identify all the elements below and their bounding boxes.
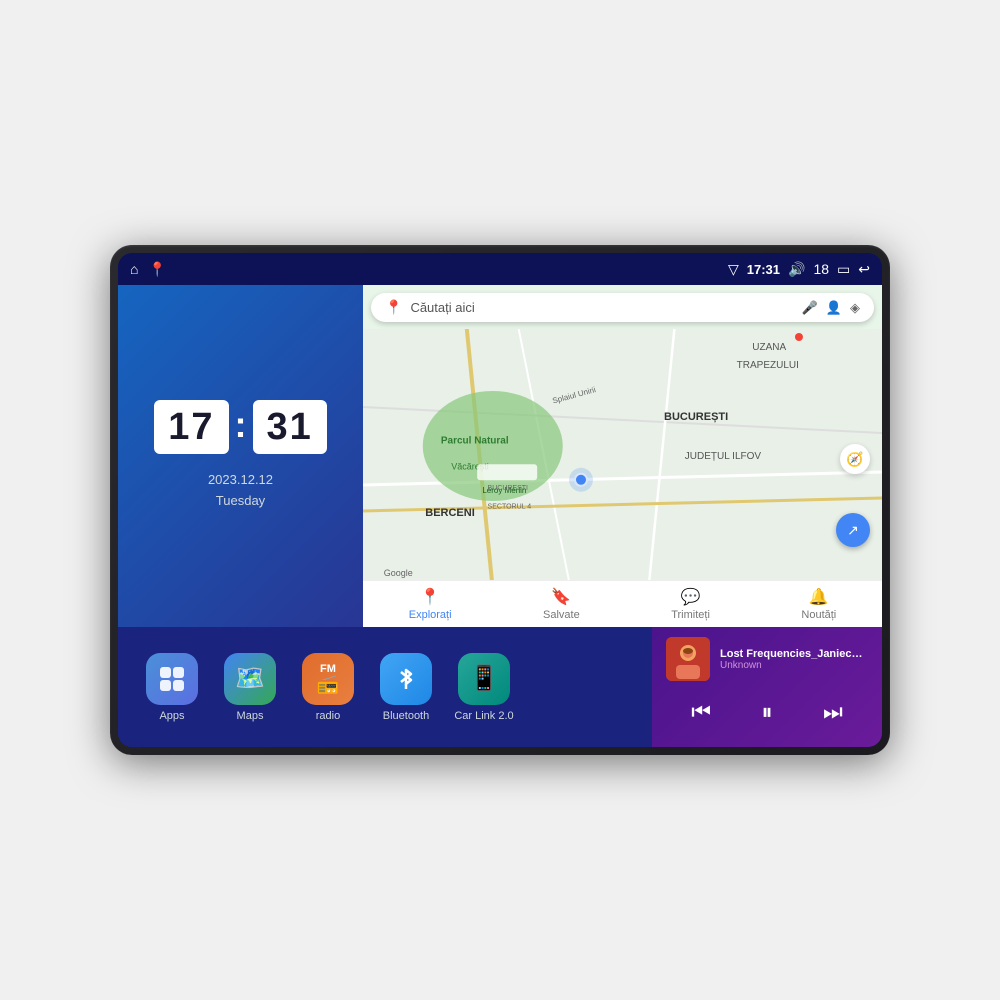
music-title: Lost Frequencies_Janieck Devy-...	[720, 648, 868, 660]
app-item-radio[interactable]: FM📻 radio	[289, 653, 367, 722]
music-details: Lost Frequencies_Janieck Devy-... Unknow…	[720, 648, 868, 671]
directions-icon: ↗	[847, 522, 859, 539]
map-svg: Parcul Natural Văcărești BUCUREȘTI JUDEȚ…	[363, 329, 882, 589]
top-section: 17 : 31 2023.12.12 Tuesday 📍 Căutați aic…	[118, 285, 882, 627]
map-search-actions: 🎤 👤 ◈	[802, 300, 860, 316]
map-panel: 📍 Căutați aici 🎤 👤 ◈	[363, 285, 882, 627]
svg-text:JUDEȚUL ILFOV: JUDEȚUL ILFOV	[685, 451, 762, 462]
news-icon: 🔔	[809, 587, 829, 607]
app-item-apps[interactable]: Apps	[133, 653, 211, 722]
back-icon[interactable]: ↩	[858, 261, 870, 278]
map-directions-button[interactable]: ↗	[836, 513, 870, 547]
map-pin-icon: 📍	[385, 299, 402, 316]
carlink-label: Car Link 2.0	[454, 710, 513, 722]
music-info: Lost Frequencies_Janieck Devy-... Unknow…	[666, 637, 868, 681]
map-nav-explore[interactable]: 📍 Explorați	[409, 587, 452, 621]
battery-icon: ▭	[837, 261, 850, 278]
map-area: Parcul Natural Văcărești BUCUREȘTI JUDEȚ…	[363, 329, 882, 589]
svg-text:Google: Google	[384, 568, 413, 578]
play-pause-button[interactable]: ⏸	[753, 695, 780, 729]
map-nav-news[interactable]: 🔔 Noutăți	[801, 587, 836, 621]
signal-icon: ▽	[728, 261, 739, 278]
map-nav-saved-label: Salvate	[543, 609, 580, 621]
map-voice-icon[interactable]: 🎤	[802, 300, 818, 316]
apps-label: Apps	[159, 710, 184, 722]
map-bottom-nav: 📍 Explorați 🔖 Salvate 💬 Trimiteți �	[363, 580, 882, 627]
map-nav-explore-label: Explorați	[409, 609, 452, 621]
app-item-maps[interactable]: 🗺️ Maps	[211, 653, 289, 722]
status-bar-left: ⌂ 📍	[130, 261, 166, 278]
radio-label: radio	[316, 710, 340, 722]
clock-hour: 17	[154, 400, 228, 454]
svg-text:BUCUREȘTI: BUCUREȘTI	[488, 485, 529, 492]
status-bar: ⌂ 📍 ▽ 17:31 🔊 18 ▭ ↩	[118, 253, 882, 285]
map-layers-icon[interactable]: ◈	[850, 300, 860, 316]
app-item-bluetooth[interactable]: Bluetooth	[367, 653, 445, 722]
next-button[interactable]: ⏭	[815, 695, 851, 729]
volume-icon: 🔊	[788, 261, 805, 278]
map-nav-send-label: Trimiteți	[671, 609, 710, 621]
bottom-section: Apps 🗺️ Maps FM📻 radio	[118, 627, 882, 747]
maps-label: Maps	[237, 710, 264, 722]
svg-text:Parcul Natural: Parcul Natural	[441, 435, 509, 446]
svg-text:SECTORUL 4: SECTORUL 4	[488, 503, 532, 510]
send-icon: 💬	[681, 587, 701, 607]
svg-text:BERCENI: BERCENI	[425, 507, 475, 519]
battery-level: 18	[813, 261, 829, 277]
bluetooth-app-icon	[380, 653, 432, 705]
map-compass-button[interactable]: 🧭	[840, 444, 870, 474]
music-controls: ⏮ ⏸ ⏭	[666, 695, 868, 729]
svg-text:UZANA: UZANA	[752, 342, 786, 353]
status-time: 17:31	[747, 262, 780, 277]
saved-icon: 🔖	[551, 587, 571, 607]
explore-icon: 📍	[420, 587, 440, 607]
app-item-carlink[interactable]: 📱 Car Link 2.0	[445, 653, 523, 722]
map-search-placeholder[interactable]: Căutați aici	[410, 300, 793, 315]
clock-display: 17 : 31	[154, 400, 327, 454]
maps-status-icon[interactable]: 📍	[148, 261, 165, 278]
car-display-device: ⌂ 📍 ▽ 17:31 🔊 18 ▭ ↩ 17 :	[110, 245, 890, 755]
map-account-icon[interactable]: 👤	[826, 300, 842, 316]
home-icon[interactable]: ⌂	[130, 261, 138, 277]
bluetooth-label: Bluetooth	[383, 710, 429, 722]
svg-text:TRAPEZULUI: TRAPEZULUI	[737, 360, 799, 371]
device-screen: ⌂ 📍 ▽ 17:31 🔊 18 ▭ ↩ 17 :	[118, 253, 882, 747]
carlink-icon: 📱	[458, 653, 510, 705]
clock-minute: 31	[253, 400, 327, 454]
prev-button[interactable]: ⏮	[683, 695, 719, 729]
map-nav-saved[interactable]: 🔖 Salvate	[543, 587, 580, 621]
clock-date-value: 2023.12.12	[208, 470, 273, 491]
apps-icon	[146, 653, 198, 705]
clock-panel: 17 : 31 2023.12.12 Tuesday	[118, 285, 363, 627]
compass-icon: 🧭	[846, 451, 863, 468]
radio-icon: FM📻	[302, 653, 354, 705]
status-bar-right: ▽ 17:31 🔊 18 ▭ ↩	[728, 261, 870, 278]
map-search-bar[interactable]: 📍 Căutați aici 🎤 👤 ◈	[371, 293, 874, 322]
music-thumbnail	[666, 637, 710, 681]
svg-text:BUCUREȘTI: BUCUREȘTI	[664, 411, 728, 423]
music-artist: Unknown	[720, 660, 868, 671]
music-panel: Lost Frequencies_Janieck Devy-... Unknow…	[652, 627, 882, 747]
map-nav-news-label: Noutăți	[801, 609, 836, 621]
map-nav-send[interactable]: 💬 Trimiteți	[671, 587, 710, 621]
apps-row: Apps 🗺️ Maps FM📻 radio	[118, 627, 652, 747]
clock-colon: :	[235, 404, 247, 446]
maps-app-icon: 🗺️	[224, 653, 276, 705]
clock-day-value: Tuesday	[208, 491, 273, 512]
main-content: 17 : 31 2023.12.12 Tuesday 📍 Căutați aic…	[118, 285, 882, 747]
clock-date: 2023.12.12 Tuesday	[208, 470, 273, 512]
